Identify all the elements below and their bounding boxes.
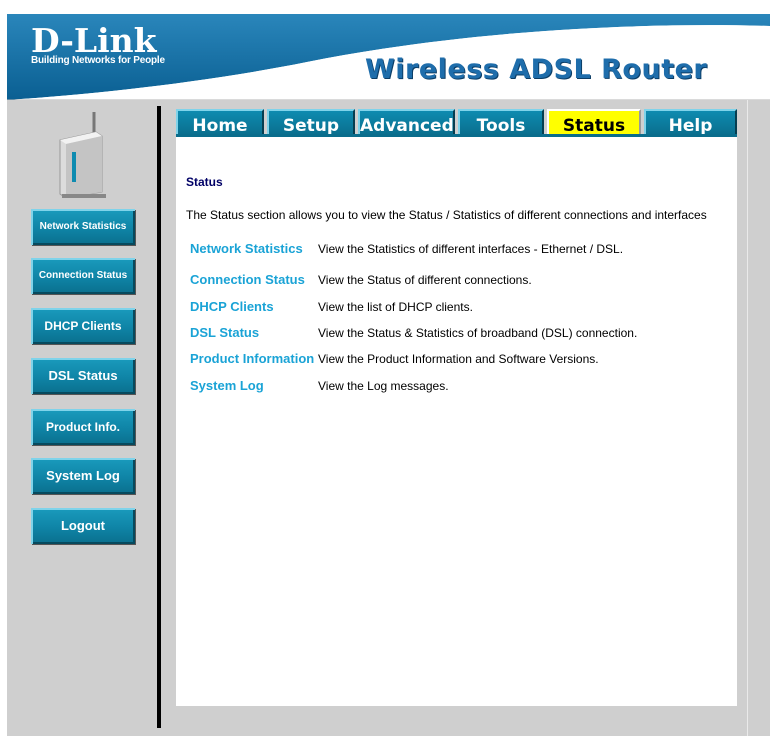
tab-status[interactable]: Status bbox=[547, 109, 641, 136]
row-description: View the Log messages. bbox=[318, 379, 449, 393]
sidebar-divider bbox=[157, 106, 161, 728]
sidebar-item-system-log[interactable]: System Log bbox=[31, 458, 135, 494]
page-title: Status bbox=[186, 175, 223, 189]
tab-setup[interactable]: Setup bbox=[267, 109, 355, 136]
sidebar-item-dsl-status[interactable]: DSL Status bbox=[31, 358, 135, 394]
row-description: View the Status & Statistics of broadban… bbox=[318, 326, 638, 340]
sidebar-item-connection-status[interactable]: Connection Status bbox=[31, 258, 135, 294]
sidebar-item-label: Connection Status bbox=[38, 270, 128, 281]
section-intro: The Status section allows you to view th… bbox=[186, 208, 707, 222]
router-device-image bbox=[50, 112, 110, 203]
row-description: View the list of DHCP clients. bbox=[318, 300, 473, 314]
sidebar-item-dhcp-clients[interactable]: DHCP Clients bbox=[31, 308, 135, 344]
row-description: View the Statistics of different interfa… bbox=[318, 242, 624, 256]
logo-tagline: Building Networks for People bbox=[31, 55, 165, 66]
link-dsl-status[interactable]: DSL Status bbox=[190, 325, 259, 340]
sidebar-item-label: System Log bbox=[46, 468, 120, 483]
main-tabs: Home Setup Advanced Tools Status Help bbox=[176, 109, 737, 136]
link-connection-status[interactable]: Connection Status bbox=[190, 272, 305, 287]
tab-tools[interactable]: Tools bbox=[458, 109, 544, 136]
sidebar-item-logout[interactable]: Logout bbox=[31, 508, 135, 544]
sidebar-item-product-info[interactable]: Product Info. bbox=[31, 409, 135, 445]
sidebar-item-label: Logout bbox=[60, 518, 106, 533]
tab-help[interactable]: Help bbox=[644, 109, 737, 136]
header-banner: D-Link Building Networks for People Wire… bbox=[7, 14, 770, 100]
row-description: View the Status of different connections… bbox=[318, 273, 532, 287]
frame-right-border bbox=[747, 100, 748, 736]
tab-advanced[interactable]: Advanced bbox=[358, 109, 455, 136]
dlink-logo: D-Link Building Networks for People bbox=[31, 24, 165, 66]
link-product-information[interactable]: Product Information bbox=[190, 351, 314, 366]
content-panel: Status The Status section allows you to … bbox=[176, 137, 737, 706]
link-network-statistics[interactable]: Network Statistics bbox=[190, 241, 303, 256]
logo-text: D-Link bbox=[31, 21, 157, 60]
product-title: Wireless ADSL Router bbox=[365, 54, 708, 85]
sidebar-item-label: Product Info. bbox=[46, 420, 120, 434]
row-description: View the Product Information and Softwar… bbox=[318, 352, 599, 366]
tab-home[interactable]: Home bbox=[176, 109, 264, 136]
link-system-log[interactable]: System Log bbox=[190, 378, 264, 393]
sidebar-item-label: DSL Status bbox=[48, 368, 118, 383]
link-dhcp-clients[interactable]: DHCP Clients bbox=[190, 299, 274, 314]
sidebar-item-label: Network Statistics bbox=[39, 221, 127, 232]
sidebar-item-network-statistics[interactable]: Network Statistics bbox=[31, 209, 135, 245]
sidebar-item-label: DHCP Clients bbox=[44, 319, 122, 333]
